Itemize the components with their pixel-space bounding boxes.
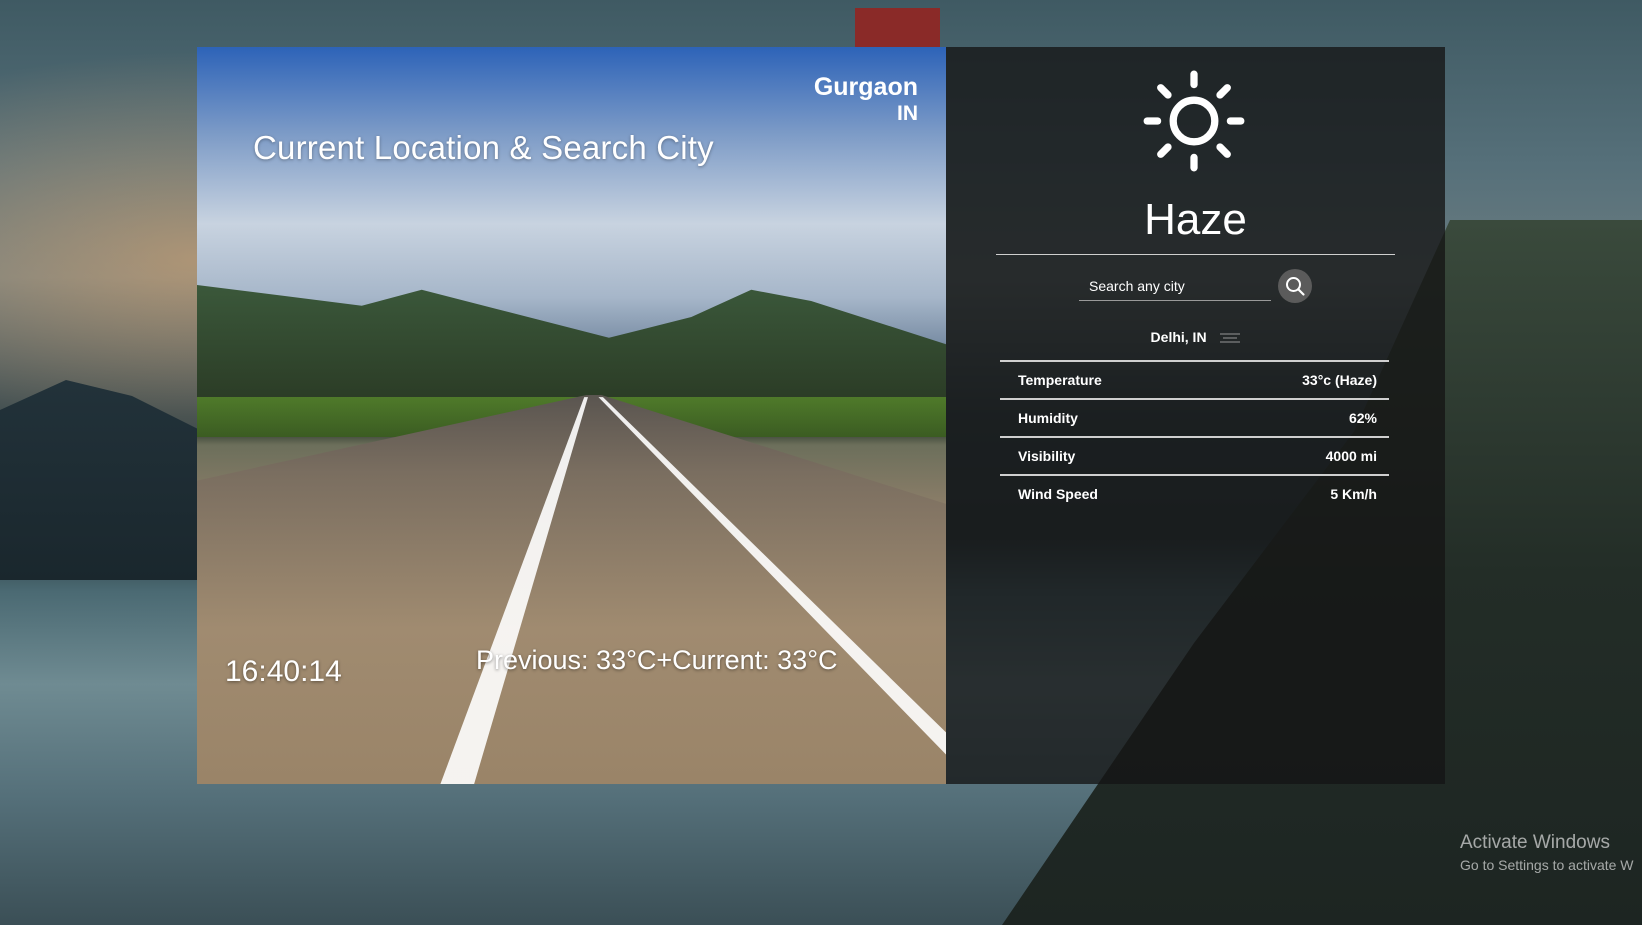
stat-value: 5 Km/h — [1330, 486, 1377, 502]
page-title: Current Location & Search City — [253, 129, 714, 166]
city-search — [1079, 269, 1314, 303]
search-input[interactable] — [1079, 271, 1271, 301]
stat-value: 62% — [1348, 410, 1377, 426]
temperature-compare: Previous: 33°C+Current: 33°C — [476, 645, 838, 675]
watermark-subtitle: Go to Settings to activate W — [1460, 857, 1634, 873]
stat-wind-speed: Wind Speed 5 Km/h — [1000, 474, 1389, 512]
weather-card: Gurgaon IN Current Location & Search Cit… — [197, 47, 1445, 784]
weather-condition: Haze — [1144, 195, 1247, 244]
stat-value: 4000 mi — [1325, 448, 1377, 464]
stat-label: Visibility — [1018, 448, 1076, 464]
selected-location-label: Delhi, IN — [1150, 329, 1207, 345]
selected-location: Delhi, IN — [946, 329, 1445, 345]
search-icon — [1286, 277, 1305, 296]
menu-icon — [1220, 333, 1241, 344]
city-name: Gurgaon — [813, 73, 918, 101]
clock: 16:40:14 — [225, 655, 342, 688]
location-panel: Gurgaon IN Current Location & Search Cit… — [197, 47, 946, 784]
stat-humidity: Humidity 62% — [1000, 398, 1389, 436]
stat-label: Temperature — [1018, 372, 1102, 388]
background-bridge-tower — [855, 8, 940, 48]
road-scenery — [197, 395, 946, 784]
country-code: IN — [897, 102, 918, 125]
background-mountain — [0, 380, 220, 580]
stat-visibility: Visibility 4000 mi — [1000, 436, 1389, 474]
activate-windows-watermark: Activate Windows Go to Settings to activ… — [1460, 832, 1634, 873]
watermark-title: Activate Windows — [1460, 832, 1610, 853]
search-button[interactable] — [1278, 269, 1312, 303]
sun-icon — [1143, 70, 1245, 172]
stat-label: Wind Speed — [1018, 486, 1098, 502]
divider — [996, 254, 1395, 255]
weather-stats: Temperature 33°c (Haze) Humidity 62% Vis… — [1000, 360, 1389, 512]
stat-value: 33°c (Haze) — [1302, 372, 1377, 388]
stat-label: Humidity — [1018, 410, 1078, 426]
stat-temperature: Temperature 33°c (Haze) — [1000, 360, 1389, 398]
weather-panel: Haze Delhi, IN Tempe — [946, 47, 1445, 784]
